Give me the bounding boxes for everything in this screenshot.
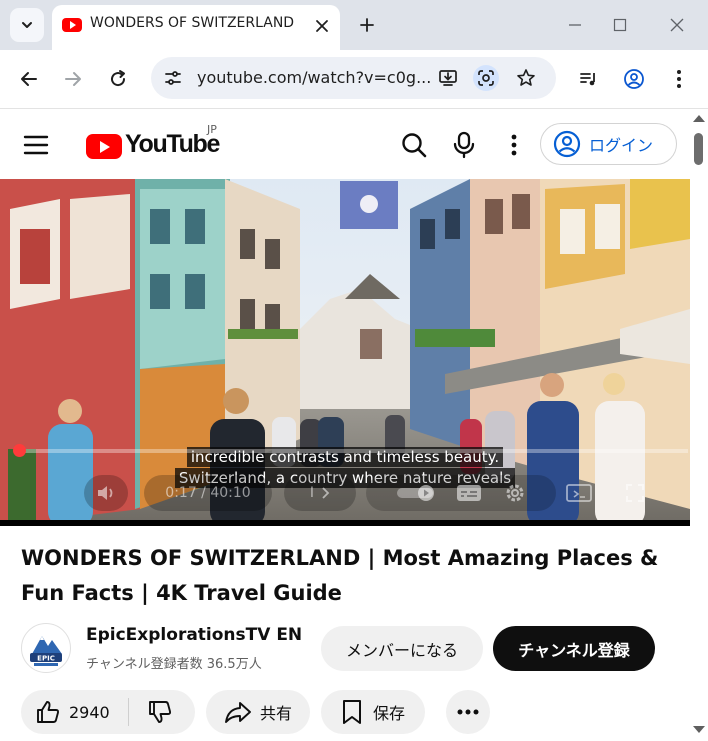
page-scrollbar[interactable] — [690, 109, 708, 741]
google-lens-button[interactable] — [473, 65, 499, 91]
share-button[interactable]: 共有 — [206, 690, 310, 734]
more-horizontal-icon — [457, 709, 479, 715]
settings-menu-button[interactable] — [498, 129, 530, 161]
tab-close-button[interactable] — [310, 14, 334, 38]
media-control-button[interactable] — [574, 64, 604, 94]
volume-icon — [95, 482, 117, 504]
youtube-favicon — [62, 18, 82, 32]
scrollbar-thumb[interactable] — [694, 133, 703, 165]
subtitles-icon[interactable] — [456, 483, 482, 503]
youtube-logo[interactable]: YouTube JP — [86, 123, 226, 161]
address-bar[interactable]: youtube.com/watch?v=c0g... — [151, 57, 556, 99]
scroll-down-arrow-icon[interactable] — [693, 726, 705, 733]
video-title: WONDERS OF SWITZERLAND | Most Amazing Pl… — [21, 546, 659, 605]
fullscreen-icon — [624, 482, 646, 504]
bookmark-button[interactable] — [513, 65, 539, 91]
url-text[interactable]: youtube.com/watch?v=c0g... — [197, 68, 433, 87]
like-count: 2940 — [69, 702, 110, 722]
settings-gear-icon[interactable] — [504, 482, 526, 504]
guide-menu-button[interactable] — [22, 131, 50, 159]
thumbs-down-icon — [147, 699, 173, 725]
google-lens-icon — [476, 68, 496, 88]
maximize-button[interactable] — [607, 12, 633, 38]
miniplayer-button[interactable] — [556, 475, 602, 511]
bookmark-icon — [341, 699, 363, 725]
maximize-icon — [613, 18, 627, 32]
scrubber-handle[interactable] — [13, 444, 26, 457]
autoplay-toggle-icon[interactable] — [396, 483, 434, 503]
profile-icon — [623, 68, 645, 90]
epic-logo-icon: EPIC — [23, 625, 69, 671]
channel-name[interactable]: EpicExplorationsTV EN — [86, 625, 302, 645]
share-label: 共有 — [259, 704, 292, 723]
browser-tab-active[interactable]: WONDERS OF SWITZERLAND | Most Amazing Pl… — [52, 5, 340, 50]
star-icon — [516, 68, 536, 88]
volume-button[interactable] — [84, 475, 128, 511]
install-app-icon — [438, 68, 458, 88]
minimize-icon — [568, 18, 582, 32]
browser-menu-button[interactable] — [664, 64, 694, 94]
close-icon — [670, 18, 684, 32]
back-arrow-icon — [19, 69, 39, 89]
chevron-down-icon — [20, 18, 34, 32]
forward-arrow-icon — [63, 69, 83, 89]
close-window-button[interactable] — [664, 12, 690, 38]
svg-text:EPIC: EPIC — [37, 655, 55, 663]
miniplayer-icon — [566, 483, 592, 503]
dislike-button[interactable] — [129, 690, 191, 734]
kebab-icon — [676, 69, 682, 89]
scroll-up-arrow-icon[interactable] — [693, 115, 705, 122]
save-label: 保存 — [372, 704, 405, 723]
like-dislike-group: 2940 — [21, 690, 195, 734]
search-button[interactable] — [398, 129, 430, 161]
more-actions-button[interactable] — [446, 690, 490, 734]
channel-avatar[interactable]: EPIC — [21, 623, 71, 673]
minimize-button[interactable] — [562, 12, 588, 38]
media-control-icon — [579, 69, 599, 89]
hamburger-icon — [22, 131, 50, 159]
voice-search-button[interactable] — [448, 129, 480, 161]
search-icon — [400, 131, 428, 159]
microphone-icon — [451, 131, 477, 159]
subscribe-button[interactable]: チャンネル登録 — [493, 626, 655, 671]
login-button[interactable]: ログイン — [540, 123, 677, 165]
new-tab-button[interactable] — [354, 12, 380, 38]
player-right-controls — [366, 475, 556, 511]
reload-icon — [108, 69, 128, 89]
fullscreen-button[interactable] — [612, 475, 658, 511]
browser-tab-strip: WONDERS OF SWITZERLAND | Most Amazing Pl… — [0, 0, 708, 50]
youtube-header: YouTube JP ログイン — [0, 109, 690, 179]
chapter-button[interactable]: I — [284, 475, 356, 511]
region-code: JP — [207, 123, 217, 136]
save-button[interactable]: 保存 — [321, 690, 425, 734]
join-membership-button[interactable]: メンバーになる — [321, 626, 483, 671]
video-bottom-edge — [0, 520, 690, 526]
login-label: ログイン — [589, 136, 654, 155]
close-icon — [315, 19, 329, 33]
youtube-play-icon — [86, 134, 122, 159]
reload-button[interactable] — [103, 64, 133, 94]
back-button[interactable] — [14, 64, 44, 94]
tab-title: WONDERS OF SWITZERLAND | Most Amazing Pl… — [90, 15, 296, 31]
thumbs-up-icon — [35, 699, 61, 725]
subscriber-count: チャンネル登録者数 36.5万人 — [86, 657, 262, 672]
site-info-button[interactable] — [161, 66, 185, 90]
like-button[interactable]: 2940 — [21, 690, 128, 734]
share-icon — [224, 700, 252, 724]
account-icon — [553, 130, 581, 158]
kebab-icon — [511, 134, 517, 156]
plus-icon — [359, 17, 375, 33]
video-player[interactable]: incredible contrasts and timeless beauty… — [0, 179, 690, 526]
forward-button[interactable] — [58, 64, 88, 94]
video-progress-bar[interactable] — [13, 444, 688, 457]
tab-search-button[interactable] — [10, 8, 44, 42]
time-display: 0:17 / 40:10 — [144, 475, 272, 511]
browser-toolbar: youtube.com/watch?v=c0g... — [0, 50, 708, 109]
install-app-button[interactable] — [435, 65, 461, 91]
profile-button[interactable] — [619, 64, 649, 94]
chapter-label: I — [309, 485, 315, 501]
youtube-logo-text: YouTube — [125, 130, 220, 158]
chevron-right-icon — [320, 486, 330, 500]
tune-icon — [164, 69, 182, 87]
